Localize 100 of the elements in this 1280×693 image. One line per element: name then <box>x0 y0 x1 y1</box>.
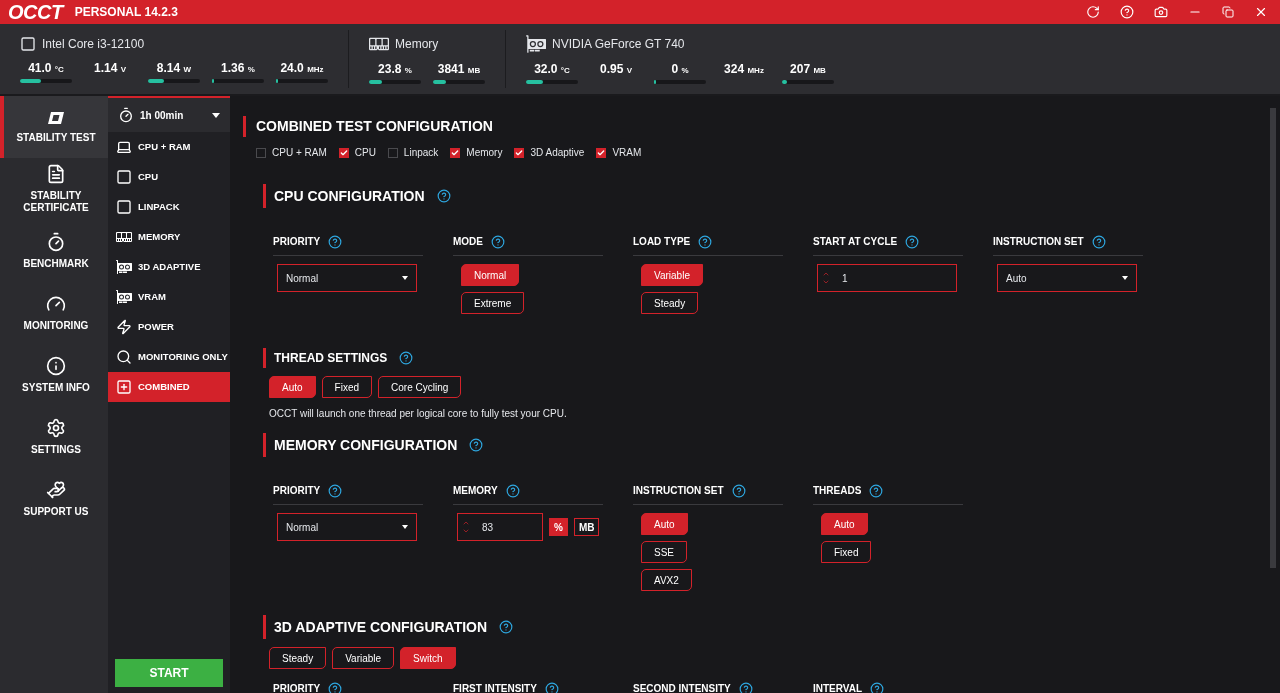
option-button[interactable]: Normal <box>461 264 520 286</box>
help-icon[interactable] <box>738 681 753 693</box>
checkbox-label: Memory <box>466 146 503 160</box>
test-item[interactable]: VRAM <box>108 282 230 312</box>
option-button[interactable]: Auto <box>269 376 316 398</box>
help-icon[interactable] <box>399 351 414 365</box>
section-title: 3D ADAPTIVE CONFIGURATION <box>274 617 488 637</box>
help-icon[interactable] <box>499 620 514 634</box>
option-button[interactable]: AVX2 <box>641 569 692 591</box>
nav-item[interactable]: STABILITY TEST <box>0 96 108 158</box>
chip-icon <box>116 169 132 185</box>
dropdown[interactable]: Normal <box>277 264 417 292</box>
device-name: Intel Core i3-12100 <box>42 36 145 53</box>
dropdown[interactable]: Normal <box>277 513 417 541</box>
option-button[interactable]: Auto <box>641 513 688 535</box>
refresh-icon[interactable] <box>1086 5 1100 19</box>
help-icon[interactable] <box>870 681 885 693</box>
field-label: LOAD TYPE <box>633 235 691 249</box>
logo-icon <box>46 109 66 126</box>
help-icon[interactable] <box>328 681 343 693</box>
subsection-title: THREAD SETTINGS <box>274 350 388 367</box>
unit-toggle[interactable]: % <box>549 518 568 536</box>
field-label: THREADS <box>813 484 862 498</box>
test-item[interactable]: POWER <box>108 312 230 342</box>
option-button[interactable]: Fixed <box>821 541 872 563</box>
checkbox-label: 3D Adaptive <box>530 146 585 160</box>
sensor-reading: 0 % <box>671 61 689 78</box>
option-button[interactable]: Fixed <box>321 376 373 398</box>
test-item[interactable]: CPU <box>108 162 230 192</box>
nav-item[interactable]: BENCHMARK <box>0 220 108 282</box>
checkbox[interactable] <box>338 147 349 158</box>
option-button[interactable]: Variable <box>332 647 395 669</box>
nav-item[interactable]: SETTINGS <box>0 406 108 468</box>
checkbox[interactable] <box>256 147 266 158</box>
help-icon[interactable] <box>469 438 484 452</box>
help-icon[interactable] <box>436 189 451 203</box>
option-button[interactable]: Auto <box>821 513 868 535</box>
device-name: NVIDIA GeForce GT 740 <box>552 36 685 53</box>
field-label: SECOND INTENSITY <box>633 682 731 693</box>
memory-icon <box>116 229 132 245</box>
test-item[interactable]: MEMORY <box>108 222 230 252</box>
sensor-reading: 8.14 W <box>156 60 192 77</box>
help-icon[interactable] <box>491 234 505 249</box>
nav-item[interactable]: SUPPORT US <box>0 468 108 530</box>
option-button[interactable]: SSE <box>641 541 687 563</box>
checkbox-label: VRAM <box>612 146 642 160</box>
help-icon[interactable] <box>869 483 884 498</box>
sensor-reading: 41.0 °C <box>28 60 64 77</box>
checkbox[interactable] <box>596 147 607 158</box>
field-label: INSTRUCTION SET <box>633 484 724 498</box>
field-label: INTERVAL <box>813 682 863 693</box>
checkbox[interactable] <box>450 147 461 158</box>
magnifier-icon <box>116 349 132 365</box>
test-item[interactable]: MONITORING ONLY <box>108 342 230 372</box>
certificate-icon <box>46 163 66 184</box>
settings-icon <box>46 417 66 438</box>
camera-icon[interactable] <box>1154 5 1168 19</box>
chip-icon <box>20 36 36 52</box>
option-button[interactable]: Variable <box>641 264 703 286</box>
close-icon[interactable] <box>1254 5 1268 19</box>
help-icon[interactable] <box>731 483 746 498</box>
test-item[interactable]: CPU + RAM <box>108 132 230 162</box>
help-icon[interactable] <box>328 483 343 498</box>
device-name: Memory <box>395 36 439 53</box>
checkbox[interactable] <box>514 147 525 158</box>
field-label: INSTRUCTION SET <box>993 235 1084 249</box>
option-button[interactable]: Core Cycling <box>378 376 462 398</box>
unit-toggle[interactable]: MB <box>573 518 600 536</box>
nav-item[interactable]: MONITORING <box>0 282 108 344</box>
help-icon[interactable] <box>698 234 713 249</box>
checkbox[interactable] <box>387 147 398 158</box>
option-button[interactable]: Switch <box>400 647 456 669</box>
sensor-reading: 24.0 MHz <box>280 60 324 77</box>
help-icon[interactable] <box>544 681 559 693</box>
sensor-reading: 0.95 V <box>599 61 632 78</box>
sensor-reading: 3841 MB <box>437 61 481 78</box>
help-icon[interactable] <box>328 234 343 249</box>
test-item[interactable]: COMBINED <box>108 372 230 402</box>
sensor-reading: 23.8 % <box>378 61 412 78</box>
help-icon[interactable] <box>505 483 520 498</box>
checkbox-label: CPU <box>354 146 376 160</box>
option-button[interactable]: Steady <box>641 292 699 314</box>
restore-icon[interactable] <box>1222 6 1234 18</box>
number-field[interactable]: 1 <box>817 264 957 292</box>
nav-item[interactable]: SYSTEM INFO <box>0 344 108 406</box>
number-field[interactable]: 83 <box>457 513 543 541</box>
thread-note: OCCT will launch one thread per logical core to fully test your CPU. <box>268 407 568 421</box>
chip-icon <box>116 199 132 215</box>
test-item[interactable]: LINPACK <box>108 192 230 222</box>
nav-item[interactable]: STABILITY CERTIFICATE <box>0 158 108 220</box>
option-button[interactable]: Extreme <box>461 292 525 314</box>
option-button[interactable]: Steady <box>269 647 327 669</box>
help-icon[interactable] <box>1091 234 1106 249</box>
duration-dropdown[interactable]: 1h 00min <box>108 98 230 132</box>
sensor-reading: 324 MHz <box>724 61 764 78</box>
help-icon[interactable] <box>905 234 920 249</box>
dropdown[interactable]: Auto <box>997 264 1137 292</box>
test-item[interactable]: 3D ADAPTIVE <box>108 252 230 282</box>
sensor-reading: 207 MB <box>790 61 826 78</box>
app-logo: OCCT <box>8 2 63 22</box>
